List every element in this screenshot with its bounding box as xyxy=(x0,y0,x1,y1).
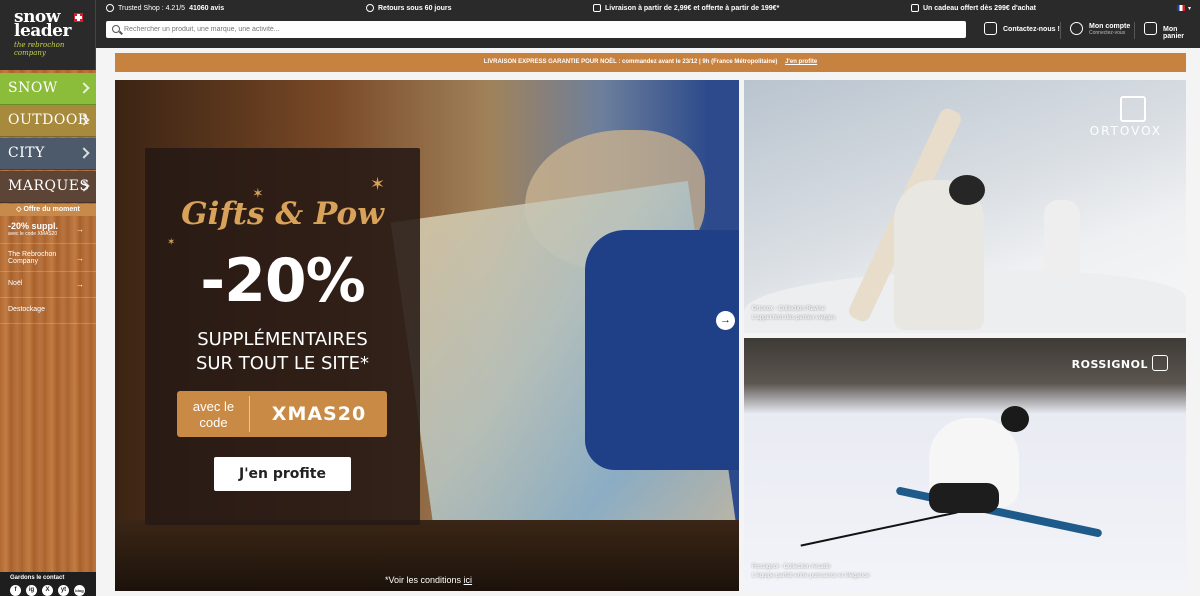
category-city[interactable]: CITY xyxy=(0,138,96,170)
tile-photo-pants xyxy=(929,483,999,513)
trusted-shop-icon xyxy=(106,4,114,12)
gift-info: Un cadeau offert dès 299€ d'achat xyxy=(911,4,1036,12)
trusted-rating: Trusted Shop : 4.21/5 xyxy=(118,4,186,12)
banner-link[interactable]: J'en profite xyxy=(785,59,817,65)
sidebar-item-rebrochon[interactable]: The Rebrochon Company → xyxy=(0,244,96,272)
promo-code-box: avec le code XMAS20 xyxy=(177,391,387,437)
tile-caption: Ortovox - Collection Ravine L'appel brut… xyxy=(752,305,835,323)
tile-photo-helmet xyxy=(1001,406,1029,432)
blog-icon[interactable]: blog xyxy=(74,585,85,596)
tile-caption-subtitle: L'équipe parfait entre puissance et élég… xyxy=(752,573,870,579)
hero-cta-button[interactable]: J'en profite xyxy=(214,457,351,491)
arrow-right-icon: → xyxy=(76,280,84,289)
conditions-link[interactable]: ici xyxy=(464,575,473,585)
promo-line-1: SUPPLÉMENTAIRES xyxy=(197,329,368,350)
account-link[interactable]: Mon compte Connectez-vous xyxy=(1089,23,1130,36)
facebook-icon[interactable]: f xyxy=(10,585,21,596)
tile-ortovox[interactable]: ORTOVOX Ortovox - Collection Ravine L'ap… xyxy=(744,80,1186,333)
tile-brand: ORTOVOX xyxy=(1089,124,1162,138)
account-sub: Connectez-vous xyxy=(1089,30,1126,36)
category-outdoor-label: OUTDOOR xyxy=(8,112,89,128)
category-city-label: CITY xyxy=(8,145,45,161)
divider xyxy=(1060,22,1061,39)
search-input[interactable] xyxy=(124,21,954,38)
divider xyxy=(249,396,250,432)
cart-icon[interactable] xyxy=(1144,22,1157,35)
social-strip: Gardons le contact f ig X yt blog xyxy=(0,572,96,596)
chevron-down-icon[interactable]: ▾ xyxy=(1188,5,1191,12)
sidebar-item-label: The Rebrochon Company xyxy=(8,251,57,265)
user-icon[interactable] xyxy=(1070,22,1083,35)
contact-link[interactable]: Contactez-nous ! xyxy=(1003,26,1060,33)
sidebar-item-label: Destockage xyxy=(8,306,45,313)
chat-icon[interactable] xyxy=(984,22,997,35)
sidebar-item-label: Noël xyxy=(8,280,23,287)
tile-caption-subtitle: L'appel brut des pentes vierges xyxy=(752,315,836,321)
cart-link[interactable]: Mon panier xyxy=(1163,26,1200,40)
search-bar[interactable] xyxy=(106,21,966,38)
rossignol-logo-icon xyxy=(1152,355,1168,371)
sidebar-item-destockage[interactable]: Destockage xyxy=(0,298,96,324)
offer-title: Offre du moment xyxy=(23,206,80,213)
search-icon xyxy=(112,25,120,33)
logo[interactable]: snow leader the rebrochon company xyxy=(0,0,96,70)
contact-label: Gardons le contact xyxy=(10,575,65,581)
star-icon: ✶ xyxy=(370,174,386,194)
promo-banner: LIVRAISON EXPRESS GARANTIE POUR NOËL : c… xyxy=(115,53,1186,72)
tile-rossignol[interactable]: ROSSIGNOL Rossignol - Collection Arcade … xyxy=(744,338,1186,591)
logo-tagline: the rebrochon company xyxy=(14,41,65,57)
tile-caption: Rossignol - Collection Arcade L'équipe p… xyxy=(752,563,870,581)
carousel-next-button[interactable]: → xyxy=(716,311,735,330)
trusted-shop-info[interactable]: Trusted Shop : 4.21/5 41060 avis xyxy=(106,4,224,12)
conditions-text: *Voir les conditions ici xyxy=(385,575,472,585)
tile-photo-helmet xyxy=(949,175,985,205)
returns-text: Retours sous 60 jours xyxy=(378,4,452,12)
youtube-icon[interactable]: yt xyxy=(58,585,69,596)
promo-code: XMAS20 xyxy=(271,403,367,425)
category-snow-label: SNOW xyxy=(8,80,58,96)
chevron-right-icon xyxy=(78,82,90,94)
account-label: Mon compte xyxy=(1089,23,1131,30)
trusted-reviews: 41060 avis xyxy=(189,4,225,12)
category-outdoor[interactable]: OUTDOOR xyxy=(0,105,96,137)
category-marques[interactable]: MARQUES xyxy=(0,171,96,203)
arrow-right-icon: → xyxy=(76,225,84,234)
tile-caption-title: Ortovox - Collection Ravine xyxy=(752,306,826,312)
promo-card: ✶ ✶ ✶ Gifts & Pow -20% SUPPLÉMENTAIRES S… xyxy=(145,148,420,525)
conditions-label: *Voir les conditions xyxy=(385,575,462,585)
gift-text: Un cadeau offert dès 299€ d'achat xyxy=(923,4,1036,12)
truck-icon xyxy=(593,4,601,12)
hero-photo-jacket xyxy=(585,230,739,470)
returns-info: Retours sous 60 jours xyxy=(366,4,452,12)
tile-photo-skier-2 xyxy=(1044,200,1080,280)
promo-headline: Gifts & Pow xyxy=(181,196,384,232)
logo-wordmark: snow leader xyxy=(14,7,71,41)
offer-header: ◇ Offre du moment xyxy=(0,204,96,216)
promo-line-2: SUR TOUT LE SITE* xyxy=(195,353,370,374)
instagram-icon[interactable]: ig xyxy=(26,585,37,596)
gift-icon xyxy=(911,4,919,12)
divider xyxy=(1134,22,1135,39)
france-flag-icon[interactable] xyxy=(1177,5,1185,11)
shipping-info: Livraison à partir de 2,99€ et offerte à… xyxy=(593,4,779,12)
tile-caption-title: Rossignol - Collection Arcade xyxy=(752,564,831,570)
swiss-flag-icon xyxy=(74,13,83,22)
sidebar-item-promo[interactable]: -20% suppl. avec le code XMAS20 → xyxy=(0,216,96,244)
banner-text: LIVRAISON EXPRESS GARANTIE POUR NOËL : c… xyxy=(483,59,778,65)
left-sidebar: snow leader the rebrochon company SNOW OU… xyxy=(0,0,96,596)
category-snow[interactable]: SNOW xyxy=(0,73,96,105)
tile-photo-pole xyxy=(800,511,958,547)
sidebar-item-noel[interactable]: Noël → xyxy=(0,272,96,298)
x-icon[interactable]: X xyxy=(42,585,53,596)
promo-discount: -20% xyxy=(200,246,366,316)
returns-icon xyxy=(366,4,374,12)
top-bar: Trusted Shop : 4.21/5 41060 avis Retours… xyxy=(96,0,1200,48)
tile-brand: ROSSIGNOL xyxy=(1071,358,1148,371)
category-marques-label: MARQUES xyxy=(8,178,90,194)
shipping-text: Livraison à partir de 2,99€ et offerte à… xyxy=(605,4,780,12)
ortovox-logo-icon xyxy=(1120,96,1146,122)
promo-code-label: avec le code xyxy=(192,399,235,430)
arrow-right-icon: → xyxy=(76,254,84,263)
chevron-right-icon xyxy=(78,147,90,159)
